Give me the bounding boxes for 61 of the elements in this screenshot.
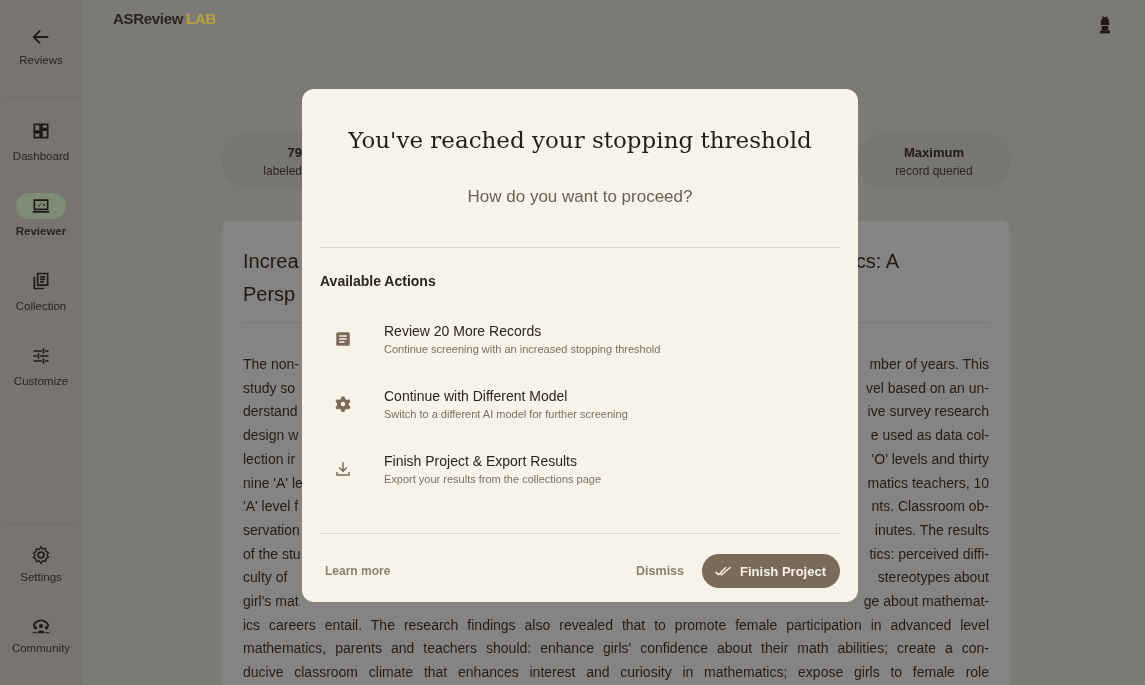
stat-value: 79 xyxy=(287,144,302,160)
action-description: Switch to a different AI model for further screening xyxy=(384,408,628,420)
abstract-text: mber of years. This xyxy=(869,355,989,374)
nav-item[interactable]: Dashboard xyxy=(12,118,70,162)
abstract-text: inutes. The results xyxy=(874,520,989,540)
action-title: Continue with Different Model xyxy=(384,388,569,404)
abstract-text: lection ir xyxy=(243,449,296,469)
nav-item[interactable]: Collection xyxy=(15,268,67,312)
abstract-text: ducive classroom climate that enhances interest and curiosity in mathematics; expose girls to female role xyxy=(243,663,989,683)
action-description: Export your results from the collections page xyxy=(384,473,602,485)
abstract-text: derstand xyxy=(243,402,298,422)
abstract-text: tics: perceived diffi- xyxy=(869,544,989,564)
abstract-text: ics careers entail. The research findings also revealed that to promote female participation in advanced level xyxy=(243,615,989,635)
abstract-text: girl's mat xyxy=(243,592,299,612)
app-logo: ASReview LAB xyxy=(113,10,217,27)
action-item[interactable]: Continue with Different Model Switch to a different AI model for further screening xyxy=(334,388,840,420)
sliders-icon xyxy=(31,346,51,366)
learn-more-link[interactable]: Learn more xyxy=(325,564,391,578)
abstract-text: 'O' levels and thirty xyxy=(871,449,989,469)
settings-icon xyxy=(31,545,51,565)
stat-label: record queried xyxy=(895,163,973,178)
finish-project-button[interactable]: Finish Project xyxy=(702,554,840,588)
section-heading: Available Actions xyxy=(320,273,437,289)
nav-item[interactable]: Customize xyxy=(13,343,69,387)
action-item[interactable]: Review 20 More Records Continue screening with an increased stopping threshold xyxy=(334,323,840,355)
abstract-text: study so xyxy=(243,378,296,398)
abstract-text: The non- xyxy=(243,355,300,374)
abstract-text: nine 'A' le xyxy=(243,473,303,493)
abstract-text: culty of xyxy=(243,568,288,588)
abstract-text: 'A' level f xyxy=(243,497,299,517)
settings-icon xyxy=(334,395,352,413)
dialog-subtitle: How do you want to proceed? xyxy=(466,187,694,207)
abstract-text: of the stu xyxy=(243,544,301,564)
action-description: Continue screening with an increased stopping threshold xyxy=(384,343,661,355)
dashboard-icon xyxy=(31,121,51,141)
dialog-title: You've reached your stopping threshold xyxy=(347,127,813,153)
abstract-text: ge about mathemat- xyxy=(863,592,989,612)
back-nav-item[interactable]: Reviews xyxy=(19,26,63,66)
abstract-text: stereotypes about xyxy=(877,568,989,588)
stat-label: labeled xyxy=(263,163,302,178)
dismiss-button[interactable]: Dismiss xyxy=(632,558,689,584)
laptop-icon xyxy=(31,196,51,216)
document-icon xyxy=(334,330,352,348)
action-title: Finish Project & Export Results xyxy=(384,453,578,469)
record-title: Persp xyxy=(243,282,297,307)
nav-item[interactable]: Community xyxy=(11,614,71,654)
abstract-text: mathematics, parents and teachers should: enhance girls' confidence about their math abilities; create a con- xyxy=(243,639,989,659)
abstract-text: design w xyxy=(243,426,299,446)
abstract-text: ive survey research xyxy=(867,402,989,422)
record-title: Increa xyxy=(243,249,299,274)
action-item[interactable]: Finish Project & Export Results Export your results from the collections page xyxy=(334,453,840,485)
collection-icon xyxy=(31,271,51,291)
abstract-text: vel based on an un- xyxy=(866,378,989,398)
abstract-text: servation xyxy=(243,520,300,540)
nav-item[interactable]: Settings xyxy=(20,545,62,583)
stat-value: Maximum xyxy=(904,144,964,160)
abstract-text: e used as data col- xyxy=(870,426,989,446)
download-icon xyxy=(334,460,352,478)
abstract-text: nts. Classroom ob- xyxy=(871,497,989,517)
action-title: Review 20 More Records xyxy=(384,323,543,339)
abstract-text: matics teachers, 10 xyxy=(867,473,989,493)
